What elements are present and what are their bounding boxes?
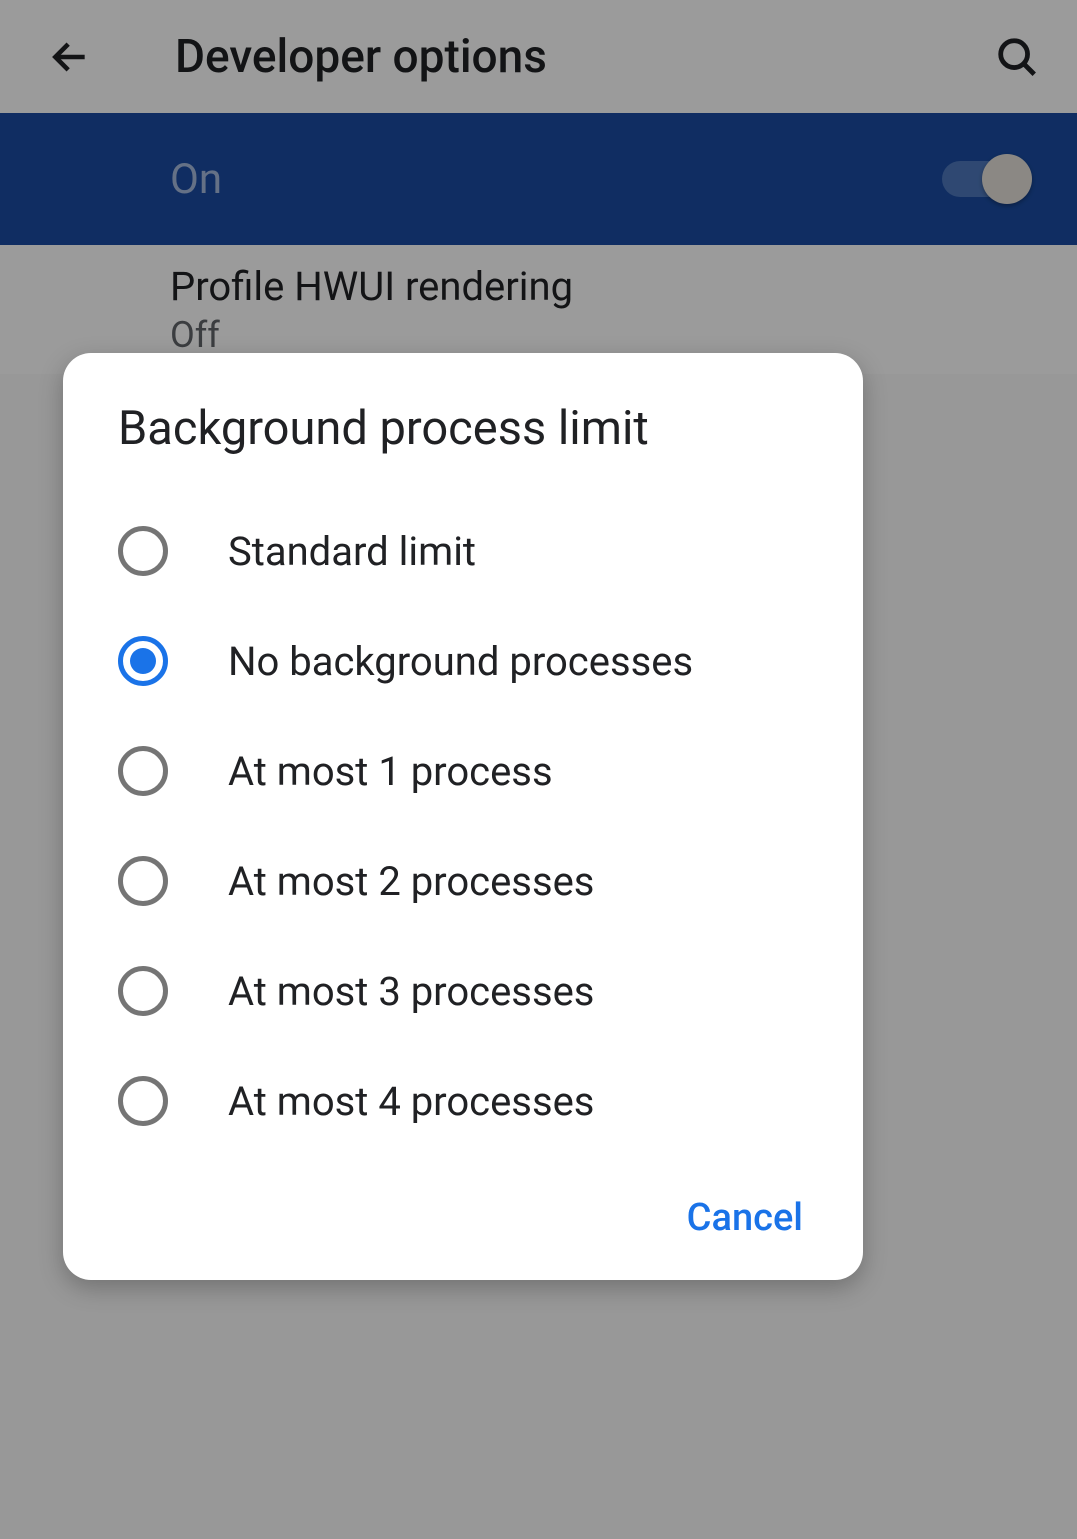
radio-option-at-most-3[interactable]: At most 3 processes — [63, 936, 863, 1046]
dialog-background-process-limit: Background process limit Standard limit … — [63, 353, 863, 1280]
dialog-title: Background process limit — [63, 401, 863, 456]
radio-label: At most 2 processes — [228, 858, 594, 905]
dialog-actions: Cancel — [63, 1156, 863, 1250]
radio-icon-selected — [118, 636, 168, 686]
radio-label: Standard limit — [228, 528, 476, 575]
radio-option-at-most-2[interactable]: At most 2 processes — [63, 826, 863, 936]
radio-label: No background processes — [228, 638, 693, 685]
cancel-button[interactable]: Cancel — [667, 1186, 823, 1250]
radio-label: At most 4 processes — [228, 1078, 594, 1125]
radio-option-no-background[interactable]: No background processes — [63, 606, 863, 716]
radio-label: At most 1 process — [228, 748, 553, 795]
radio-icon — [118, 526, 168, 576]
radio-option-at-most-1[interactable]: At most 1 process — [63, 716, 863, 826]
radio-option-standard[interactable]: Standard limit — [63, 496, 863, 606]
radio-icon — [118, 966, 168, 1016]
radio-icon — [118, 746, 168, 796]
radio-icon — [118, 1076, 168, 1126]
radio-option-at-most-4[interactable]: At most 4 processes — [63, 1046, 863, 1156]
radio-icon — [118, 856, 168, 906]
radio-label: At most 3 processes — [228, 968, 594, 1015]
